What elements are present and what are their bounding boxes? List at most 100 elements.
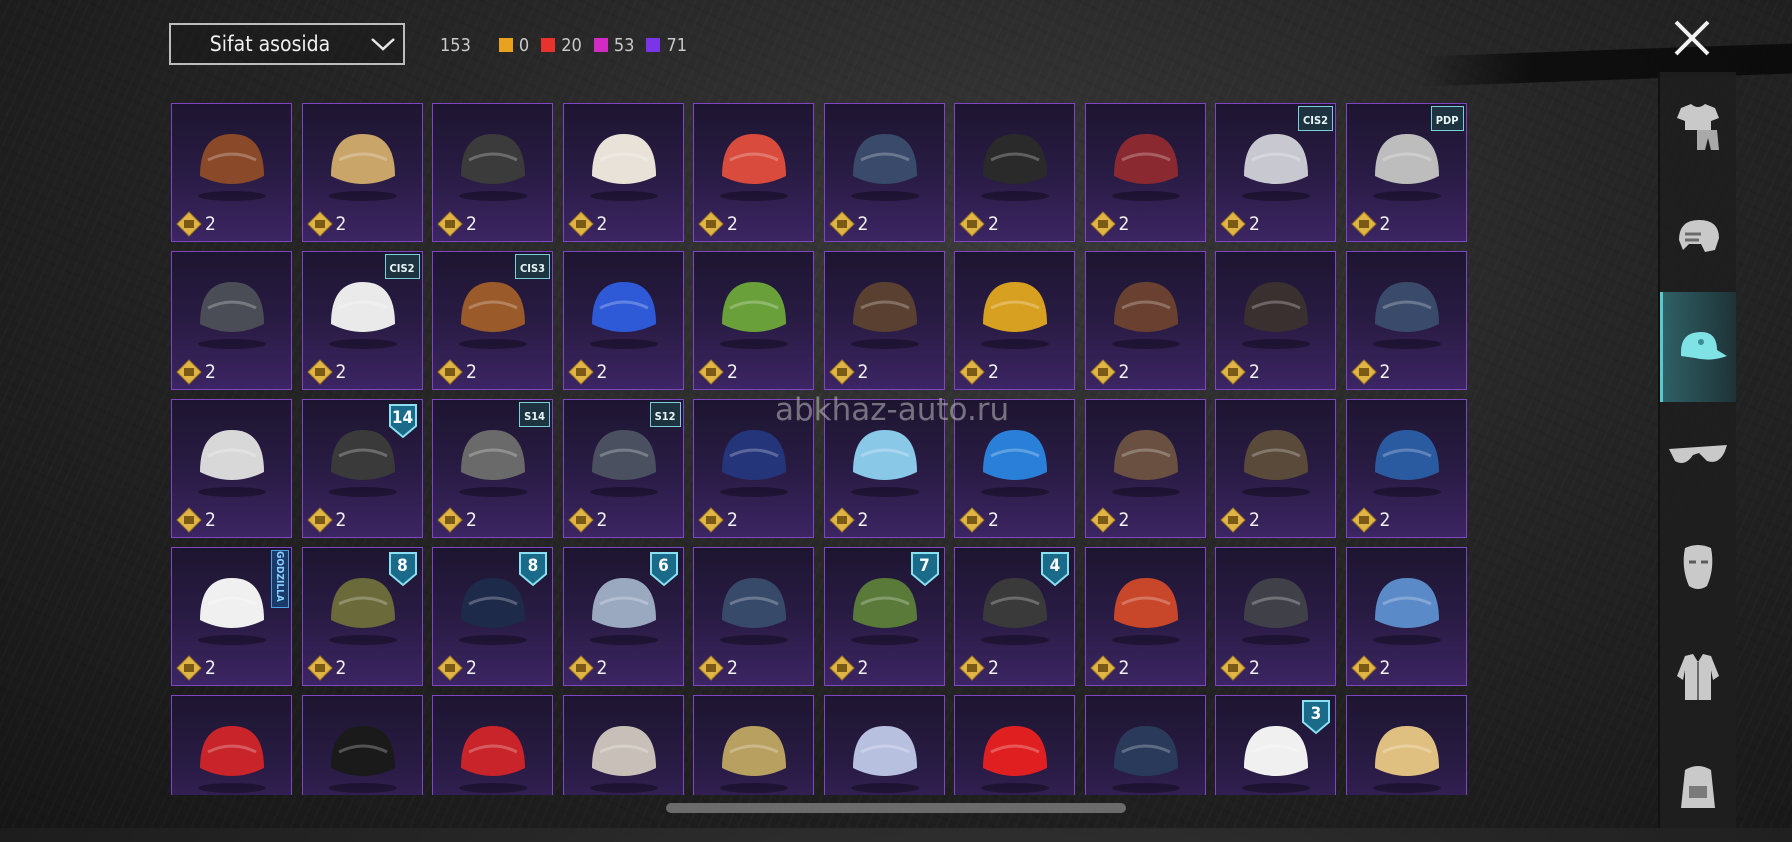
item-tile-bunny-ears-hat[interactable]: 2: [301, 103, 423, 242]
item-tile-dark-hair[interactable]: 2: [1215, 251, 1336, 390]
category-jacket[interactable]: [1660, 622, 1736, 732]
season-badge-label: S14: [524, 410, 545, 423]
flat-cap-icon: [459, 134, 527, 201]
item-tile-camo-boonie[interactable]: 28: [301, 547, 423, 686]
item-tile-navy-beanie[interactable]: 2: [823, 103, 945, 242]
tactical-cap-headset-icon: [198, 282, 266, 349]
category-backpack[interactable]: [1660, 732, 1736, 842]
category-outfit[interactable]: [1660, 72, 1736, 182]
item-tile-tactical-cap-headset[interactable]: 2: [171, 251, 292, 390]
coupon-icon: [1089, 211, 1116, 237]
item-cost-value: 2: [1379, 213, 1391, 235]
item-cost: 2: [437, 655, 477, 681]
glasses-icon: [1669, 445, 1727, 463]
item-tile-gladiator-helmet[interactable]: 2 S14: [432, 399, 553, 538]
item-tile-blue-cap[interactable]: 2: [1345, 251, 1467, 390]
sort-dropdown[interactable]: Sifat asosida: [169, 23, 405, 65]
item-tile-aviator-goggles-hair[interactable]: 2: [171, 103, 292, 242]
item-tile-red-beanie[interactable]: 2: [1084, 547, 1206, 686]
item-tile-shark-head[interactable]: 2: [562, 695, 684, 795]
item-tile-silver-bob-hair[interactable]: 2 PDP: [1345, 103, 1467, 242]
coupon-icon: [959, 507, 985, 533]
item-cost: 2: [437, 359, 477, 385]
item-tile-blue-cricket-helmet[interactable]: 2: [562, 251, 684, 390]
item-tile-grey-cap-headset[interactable]: 26: [562, 547, 684, 686]
item-tile-turban[interactable]: 2: [1345, 399, 1467, 538]
item-tile-cake-hat[interactable]: 2: [1345, 695, 1467, 795]
chevron-down-icon: [363, 24, 403, 64]
item-cost-value: 2: [205, 213, 216, 235]
category-helmet[interactable]: [1660, 182, 1736, 292]
item-grid-viewport[interactable]: 2 2 2 2 2 2 2 2 2 CIS2 2 PDP 2 2 CIS2 2 CIS3 2 2 2 2 2 2 2 2 2 14 2…: [171, 103, 1467, 795]
season-badge-label: 6: [658, 556, 669, 576]
helmet-icon: [1679, 220, 1719, 252]
item-tile-luchador-mask[interactable]: 2: [1215, 547, 1336, 686]
rarity-stats: 153 0 20 53 71: [440, 34, 699, 56]
item-tile-flower-crown[interactable]: 23: [1215, 695, 1336, 795]
item-cost: 2: [959, 655, 999, 681]
item-cost-value: 2: [335, 361, 347, 383]
category-hat[interactable]: [1660, 292, 1736, 402]
item-grid: 2 2 2 2 2 2 2 2 2 CIS2 2 PDP 2 2 CIS2 2 CIS3 2 2 2 2 2 2 2 2 2 14 2…: [171, 103, 1467, 795]
kabuki-mask-icon: [198, 430, 266, 497]
coupon-icon: [306, 655, 333, 681]
item-tile-ny-cap[interactable]: 2: [1084, 695, 1206, 795]
item-tile-ushanka[interactable]: 24: [954, 547, 1075, 686]
item-cost: 2: [828, 211, 868, 237]
item-tile-aviator-leather-cap[interactable]: 2: [1215, 399, 1336, 538]
item-tile-officer-cap[interactable]: 2 14: [301, 399, 423, 538]
item-tile-wool-beanie[interactable]: 2: [1084, 399, 1206, 538]
jacket-icon: [1677, 654, 1719, 700]
item-tile-steampunk-hat[interactable]: 2: [823, 251, 945, 390]
item-tile-space-helmet[interactable]: 2 S12: [562, 399, 684, 538]
item-tile-sun-hat[interactable]: 2: [562, 103, 684, 242]
season-badge: 8: [387, 550, 419, 588]
item-cost: 2: [698, 655, 738, 681]
backpack-icon: [1681, 766, 1715, 808]
item-cost-value: 2: [205, 361, 216, 383]
item-tile-red-fedora[interactable]: 2: [432, 695, 553, 795]
rarity-count-value: 20: [561, 34, 582, 56]
item-tile-black-baseball-cap[interactable]: 2: [954, 103, 1075, 242]
item-cost-value: 2: [727, 509, 738, 531]
item-tile-bike-helmet[interactable]: 2: [823, 695, 945, 795]
rarity-count-value: 0: [518, 34, 530, 56]
category-glasses[interactable]: [1660, 402, 1736, 512]
season-badge: S12: [649, 402, 681, 427]
season-badge: CIS3: [515, 254, 550, 279]
item-tile-barrel-helmet[interactable]: 2 CIS3: [432, 251, 553, 390]
item-tile-flat-cap[interactable]: 2: [432, 103, 553, 242]
item-tile-bucket-hat-red-hair[interactable]: 2: [1084, 103, 1206, 242]
item-tile-shark-hat[interactable]: 2: [1345, 547, 1467, 686]
category-mask[interactable]: [1660, 512, 1736, 622]
coupon-icon: [698, 655, 724, 681]
item-tile-navy-beret[interactable]: 28: [432, 547, 553, 686]
item-tile-kabuki-mask[interactable]: 2: [171, 399, 292, 538]
item-tile-cyber-helmet-hair[interactable]: 2: [954, 251, 1075, 390]
close-button[interactable]: [1668, 14, 1716, 62]
item-tile-green-cap[interactable]: 2: [693, 251, 814, 390]
sort-dropdown-label: Sifat asosida: [209, 32, 331, 56]
item-tile-chef-hat-gasmask[interactable]: 2 CIS2: [301, 251, 423, 390]
coupon-icon: [567, 359, 594, 385]
item-tile-red-beret[interactable]: 2: [171, 695, 292, 795]
item-cost-value: 2: [1118, 657, 1130, 679]
item-cost-value: 2: [205, 509, 216, 531]
item-cost: 2: [959, 359, 999, 385]
coupon-icon: [828, 359, 855, 385]
item-tile-cat-ears[interactable]: 2: [693, 103, 814, 242]
bike-helmet-icon: [850, 726, 919, 793]
item-tile-red-bucket-hat[interactable]: 2: [954, 695, 1075, 795]
item-tile-top-hat[interactable]: 2: [301, 695, 423, 795]
item-tile-camo-cap[interactable]: 2: [693, 695, 814, 795]
season-badge: 4: [1039, 550, 1071, 588]
item-tile-brown-hair[interactable]: 2: [1084, 251, 1206, 390]
item-tile-pilot-helmet[interactable]: 27: [823, 547, 945, 686]
item-cost: 2: [698, 211, 738, 237]
horizontal-scrollbar[interactable]: [666, 803, 1126, 813]
item-tile-batting-helmet[interactable]: 2: [693, 547, 814, 686]
item-tile-white-cap[interactable]: 2 GODZILLA: [171, 547, 292, 686]
item-cost: 2: [437, 211, 477, 237]
item-tile-striped-beanie[interactable]: 2 CIS2: [1215, 103, 1336, 242]
rarity-swatch: [593, 38, 608, 52]
